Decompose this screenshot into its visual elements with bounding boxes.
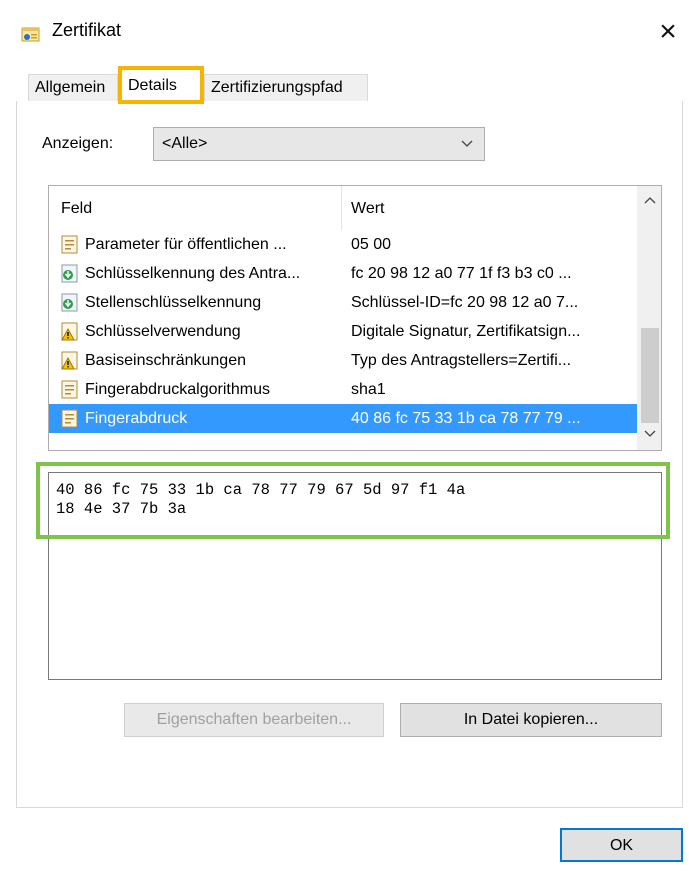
tab-zertifizierungspfad[interactable]: Zertifizierungspfad — [204, 74, 368, 102]
table-row[interactable]: Parameter für öffentlichen ... 05 00 — [49, 230, 637, 259]
table-row[interactable]: Schlüsselkennung des Antra... fc 20 98 12… — [49, 259, 637, 288]
document-icon — [59, 379, 80, 400]
scroll-thumb[interactable] — [641, 328, 659, 423]
window-title: Zertifikat — [52, 20, 122, 40]
row-wert: fc 20 98 12 a0 77 1f f3 b3 c0 ... — [351, 265, 572, 282]
close-button[interactable]: × — [650, 14, 686, 50]
row-feld: Basiseinschränkungen — [85, 352, 246, 369]
list-rows: Parameter für öffentlichen ... 05 00 Schlü… — [49, 230, 637, 433]
scroll-up-icon[interactable] — [637, 192, 661, 208]
table-row[interactable]: Fingerabdruck 40 86 fc 75 33 1b ca 78 77 … — [49, 404, 637, 433]
value-highlight-box — [36, 462, 670, 539]
row-feld: Schlüsselverwendung — [85, 323, 241, 340]
row-feld: Schlüsselkennung des Antra... — [85, 265, 301, 282]
edit-properties-button[interactable]: Eigenschaften bearbeiten... — [124, 703, 384, 737]
document-icon — [59, 234, 80, 255]
show-select[interactable]: <Alle> — [153, 127, 485, 161]
table-row[interactable]: Stellenschlüsselkennung Schlüssel-ID=fc 2… — [49, 288, 637, 317]
chevron-down-icon — [460, 128, 474, 171]
certificate-icon — [21, 25, 40, 44]
field-list[interactable]: Feld Wert Parameter für öffentlichen ...… — [48, 185, 662, 451]
row-wert: 05 00 — [351, 236, 392, 253]
key-download-icon — [59, 263, 80, 284]
column-header-feld[interactable]: Feld — [61, 200, 92, 218]
tab-allgemein[interactable]: Allgemein — [28, 74, 118, 102]
warning-document-icon — [59, 321, 80, 342]
row-wert: Typ des Antragstellers=Zertifi... — [351, 352, 572, 369]
scroll-down-icon[interactable] — [637, 426, 661, 442]
list-header: Feld Wert — [49, 186, 637, 230]
document-icon — [59, 408, 80, 429]
copy-to-file-button[interactable]: In Datei kopieren... — [400, 703, 662, 737]
row-wert: sha1 — [351, 381, 386, 398]
ok-button[interactable]: OK — [560, 828, 683, 862]
row-wert: 40 86 fc 75 33 1b ca 78 77 79 ... — [351, 410, 581, 427]
close-icon: × — [659, 15, 677, 48]
column-header-wert[interactable]: Wert — [351, 200, 384, 218]
row-feld: Fingerabdruckalgorithmus — [85, 381, 270, 398]
row-feld: Fingerabdruck — [85, 410, 188, 427]
warning-document-icon — [59, 350, 80, 371]
tab-details[interactable]: Details — [118, 66, 204, 104]
row-wert: Schlüssel-ID=fc 20 98 12 a0 7... — [351, 294, 579, 311]
show-label: Anzeigen: — [42, 135, 114, 152]
row-wert: Digitale Signatur, Zertifikatsign... — [351, 323, 581, 340]
table-row[interactable]: Basiseinschränkungen Typ des Antragstelle… — [49, 346, 637, 375]
row-feld: Parameter für öffentlichen ... — [85, 236, 287, 253]
column-divider[interactable] — [341, 186, 342, 230]
table-row[interactable]: Schlüsselverwendung Digitale Signatur, Ze… — [49, 317, 637, 346]
row-feld: Stellenschlüsselkennung — [85, 294, 262, 311]
key-download-icon — [59, 292, 80, 313]
list-scrollbar[interactable] — [637, 186, 661, 450]
show-select-value: <Alle> — [162, 135, 208, 152]
table-row[interactable]: Fingerabdruckalgorithmus sha1 — [49, 375, 637, 404]
